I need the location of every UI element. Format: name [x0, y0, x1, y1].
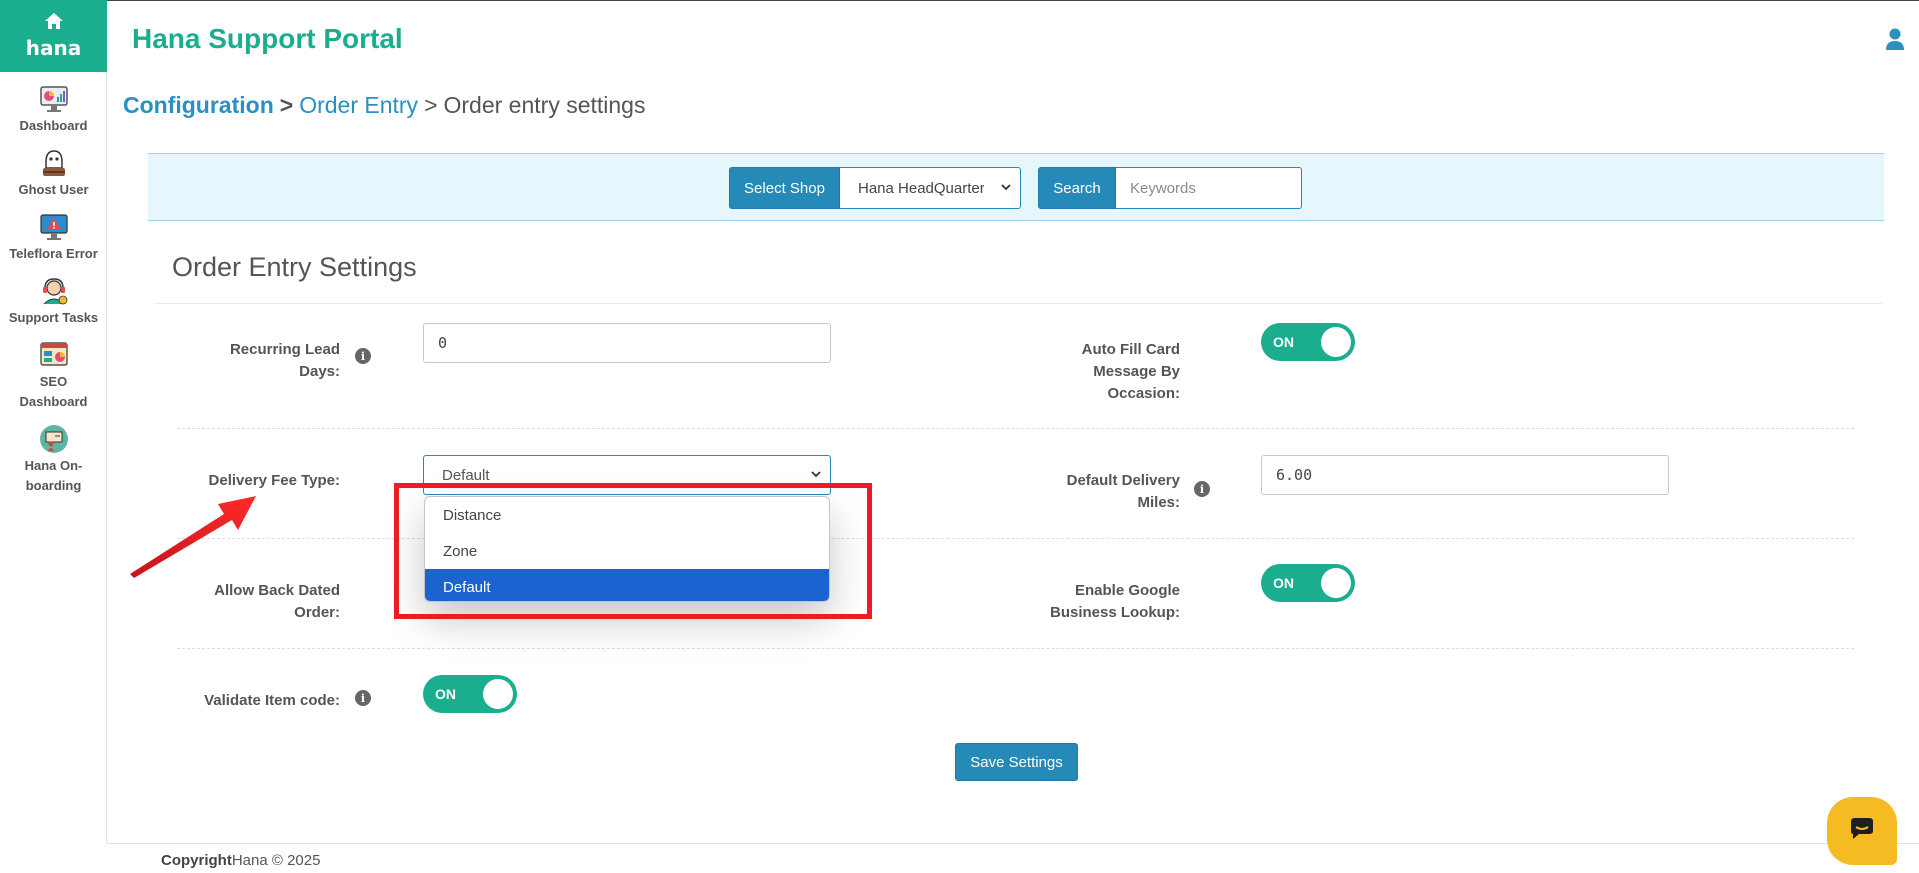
- info-icon[interactable]: i: [355, 690, 371, 706]
- toggle-state: ON: [435, 686, 456, 702]
- home-icon: [44, 12, 64, 34]
- support-agent-icon: [39, 276, 69, 306]
- allow-back-dated-order-label: Allow Back Dated Order:: [214, 582, 340, 621]
- validate-item-code-label: Validate Item code:: [204, 692, 340, 709]
- row-divider: [177, 428, 1854, 429]
- sidebar-item-ghost-user[interactable]: Ghost User: [0, 136, 107, 200]
- sidebar: hana Dashboard Ghost User Teleflora Erro…: [0, 0, 107, 843]
- monitor-warning-icon: [39, 212, 69, 242]
- delivery-fee-type-value: Default: [442, 466, 490, 484]
- breadcrumb-current: Order entry settings: [443, 92, 646, 118]
- dashboard-chart-icon: [39, 84, 69, 114]
- validate-item-code-toggle[interactable]: ON: [423, 675, 517, 713]
- breadcrumb-order-entry[interactable]: Order Entry: [299, 92, 418, 118]
- sidebar-item-support-tasks[interactable]: Support Tasks: [0, 264, 107, 328]
- chevron-down-icon: [810, 467, 822, 483]
- enable-google-business-lookup-toggle[interactable]: ON: [1261, 564, 1355, 602]
- annotation-arrow-icon: [130, 496, 256, 578]
- toggle-knob: [1321, 568, 1351, 598]
- sidebar-item-label: Support Tasks: [8, 310, 99, 325]
- toggle-state: ON: [1273, 334, 1294, 350]
- breadcrumb: Configuration > Order Entry > Order entry se…: [123, 92, 645, 119]
- breadcrumb-configuration[interactable]: Configuration: [123, 92, 274, 118]
- shop-select-value: Hana HeadQuarter: [858, 179, 984, 197]
- enable-google-business-lookup-label: Enable Google Business Lookup:: [1049, 582, 1180, 621]
- search-button[interactable]: Search: [1038, 167, 1116, 209]
- section-title: Order Entry Settings: [172, 252, 417, 282]
- copyright-value: Hana © 2025: [231, 852, 321, 869]
- default-delivery-miles-input[interactable]: 6.00: [1261, 455, 1669, 495]
- top-header: Hana Support Portal: [107, 0, 1919, 78]
- sidebar-item-teleflora-error[interactable]: Teleflora Error: [0, 200, 107, 264]
- copyright-text: CopyrightHana © 2025: [161, 852, 320, 869]
- shop-select[interactable]: Hana HeadQuarter: [840, 167, 1021, 209]
- select-shop-group: Select Shop Hana HeadQuarter: [729, 167, 1021, 209]
- chevron-down-icon: [1000, 180, 1012, 196]
- user-profile-icon[interactable]: [1885, 27, 1905, 51]
- copyright-label: Copyright: [161, 852, 232, 869]
- sidebar-item-label: SEO Dashboard: [19, 374, 88, 409]
- portal-title: Hana Support Portal: [132, 23, 403, 54]
- select-shop-button[interactable]: Select Shop: [729, 167, 840, 209]
- breadcrumb-separator: >: [424, 92, 438, 118]
- footer: CopyrightHana © 2025: [107, 843, 1919, 873]
- breadcrumb-separator: >: [279, 92, 294, 118]
- sidebar-item-label: Dashboard: [19, 118, 88, 133]
- home-logo[interactable]: hana: [0, 0, 107, 72]
- onboarding-icon: [39, 424, 69, 454]
- search-group: Search: [1038, 167, 1302, 209]
- shop-search-bar: Select Shop Hana HeadQuarter Search: [148, 153, 1884, 221]
- auto-fill-card-label: Auto Fill Card Message By Occasion:: [1081, 341, 1180, 402]
- save-settings-button[interactable]: Save Settings: [955, 743, 1078, 781]
- sidebar-item-label: Hana On-boarding: [24, 458, 83, 493]
- brand-name: hana: [25, 36, 82, 60]
- toggle-knob: [1321, 327, 1351, 357]
- seo-dashboard-icon: [39, 340, 69, 370]
- sidebar-item-hana-onboarding[interactable]: Hana On-boarding: [0, 412, 107, 496]
- auto-fill-card-toggle[interactable]: ON: [1261, 323, 1355, 361]
- toggle-state: ON: [1273, 575, 1294, 591]
- sidebar-item-dashboard[interactable]: Dashboard: [0, 72, 107, 136]
- search-input[interactable]: [1116, 167, 1302, 209]
- divider: [155, 303, 1882, 304]
- row-divider: [177, 648, 1854, 649]
- toggle-knob: [483, 679, 513, 709]
- ghost-user-icon: [39, 148, 69, 178]
- chat-icon: [1847, 817, 1877, 846]
- info-icon[interactable]: i: [355, 348, 371, 364]
- info-icon[interactable]: i: [1194, 481, 1210, 497]
- recurring-lead-days-label: Recurring Lead Days:: [229, 341, 340, 380]
- highlight-box: [394, 483, 872, 619]
- default-delivery-miles-label: Default Delivery Miles:: [1066, 472, 1180, 511]
- sidebar-item-seo-dashboard[interactable]: SEO Dashboard: [0, 328, 107, 412]
- sidebar-item-label: Ghost User: [18, 182, 89, 197]
- chat-widget-button[interactable]: [1827, 797, 1897, 865]
- sidebar-item-label: Teleflora Error: [9, 246, 98, 261]
- recurring-lead-days-input[interactable]: 0: [423, 323, 831, 363]
